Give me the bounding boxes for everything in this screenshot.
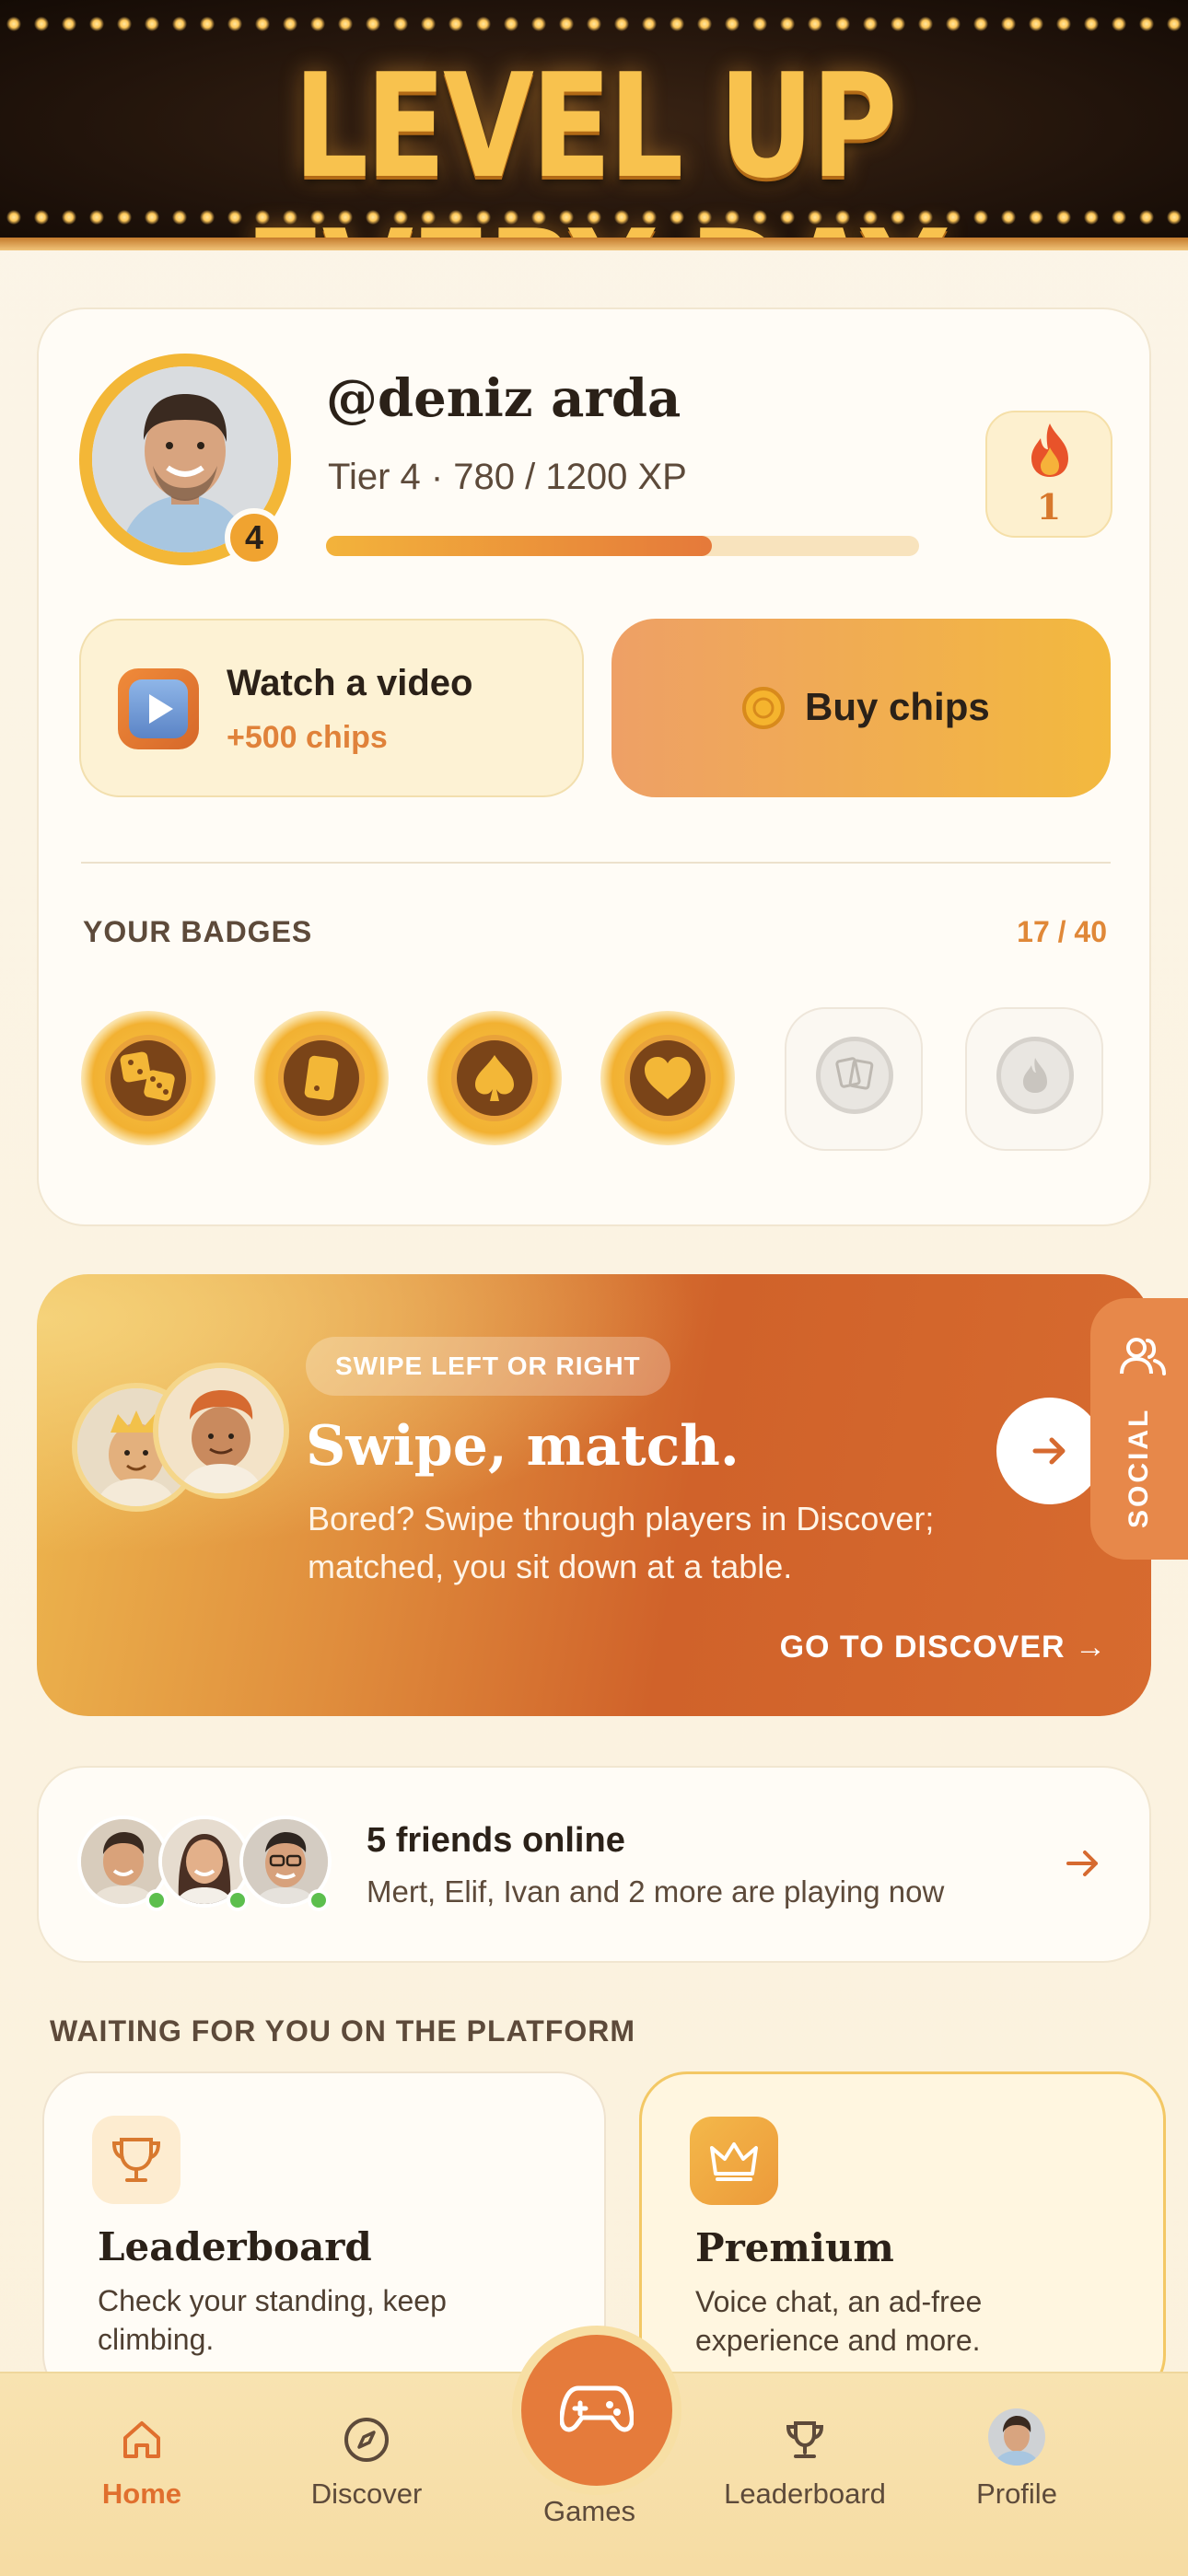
friends-online-title: 5 friends online [367,1821,625,1860]
people-icon [1116,1331,1168,1387]
nav-discover[interactable]: Discover [274,2414,459,2511]
badge-dice[interactable] [81,1011,215,1145]
trophy-icon [779,2421,831,2469]
badge-spade[interactable] [427,1011,562,1145]
badges-count: 17 / 40 [1017,915,1107,948]
online-indicator [308,1889,330,1911]
crown-icon [690,2117,778,2205]
swipe-title: Swipe, match. [306,1414,740,1479]
nav-profile[interactable]: Profile [925,2408,1109,2511]
buy-chips-label: Buy chips [805,685,990,728]
nav-profile-label: Profile [976,2477,1057,2510]
badge-card[interactable] [254,1011,389,1145]
premium-card[interactable]: Premium Voice chat, an ad-free experienc… [639,2071,1166,2403]
leaderboard-card[interactable]: Leaderboard Check your standing, keep cl… [42,2071,606,2403]
profile-avatar-icon [988,2408,1045,2466]
username: @deniz arda [326,368,681,429]
leaderboard-card-desc: Check your standing, keep climbing. [98,2284,447,2356]
friends-online-card[interactable]: 5 friends online Mert, Elif, Ivan and 2 … [37,1766,1151,1963]
profile-card: 4 @deniz arda Tier 4 · 780 / 1200 XP 1 W… [37,307,1151,1226]
social-side-tab[interactable]: SOCIAL [1090,1298,1188,1560]
card-icon [284,1055,359,1120]
nav-discover-label: Discover [310,2477,423,2510]
trophy-icon [92,2116,181,2204]
premium-card-title: Premium [695,2225,894,2270]
friends-online-subtitle: Mert, Elif, Ivan and 2 more are playing … [367,1874,945,1909]
compass-icon [341,2418,392,2469]
buy-chips-button[interactable]: Buy chips [611,619,1111,797]
marquee-lights-bottom [0,208,1188,226]
badge-heart[interactable] [600,1011,735,1145]
marquee-lights-top [0,15,1188,33]
tier-level-badge: 4 [225,508,284,567]
hero-banner: LEVEL UP EVERY DAY [0,0,1188,250]
xp-progress-bar [326,536,919,556]
arrow-right-icon[interactable] [1061,1841,1105,1890]
watch-video-button[interactable]: Watch a video +500 chips [79,619,584,797]
arrow-right-icon [1028,1429,1072,1478]
swipe-next-button[interactable] [996,1398,1103,1504]
nav-leaderboard[interactable]: Leaderboard [713,2414,897,2511]
heart-icon [630,1057,705,1120]
tier-xp-text: Tier 4 · 780 / 1200 XP [328,457,687,497]
badges-title: YOUR BADGES [83,915,313,948]
flame-icon [1001,1058,1069,1113]
divider [81,862,1111,864]
watch-video-label: Watch a video [227,663,473,703]
watch-video-reward: +500 chips [227,720,388,755]
badge-locked-flame[interactable] [965,1007,1103,1151]
flame-icon [1028,422,1072,483]
go-to-discover-link[interactable]: GO TO DISCOVER → [780,1630,1107,1665]
nav-games-button[interactable] [512,2326,681,2495]
xp-progress-fill [326,536,712,556]
leaderboard-card-title: Leaderboard [98,2224,372,2269]
streak-count: 1 [1036,486,1062,528]
social-label: SOCIAL [1124,1407,1154,1528]
discover-promo-card[interactable]: SWIPE LEFT OR RIGHT Swipe, match. Bored?… [37,1274,1151,1716]
nav-games-label: Games [543,2495,635,2527]
nav-home[interactable]: Home [50,2414,234,2511]
premium-card-desc: Voice chat, an ad-free experience and mo… [695,2285,983,2357]
home-icon [116,2421,168,2469]
spade-icon [457,1055,532,1120]
nav-leaderboard-label: Leaderboard [724,2477,886,2510]
badge-locked-cards[interactable] [785,1007,923,1151]
nav-home-label: Home [101,2477,182,2510]
online-indicator [227,1889,249,1911]
gamepad-icon [559,2379,635,2444]
online-indicator [146,1889,168,1911]
banner-edge [0,238,1188,250]
cards-icon [821,1057,889,1113]
chip-coin-icon [742,687,785,729]
platform-section-title: WAITING FOR YOU ON THE PLATFORM [50,2014,636,2048]
play-video-icon [118,668,199,749]
player-avatar-right [153,1363,289,1499]
swipe-description: Bored? Swipe through players in Discover… [308,1500,935,1585]
swipe-tag: SWIPE LEFT OR RIGHT [306,1337,670,1396]
dice-icon [111,1051,186,1120]
streak-badge[interactable]: 1 [985,411,1112,538]
